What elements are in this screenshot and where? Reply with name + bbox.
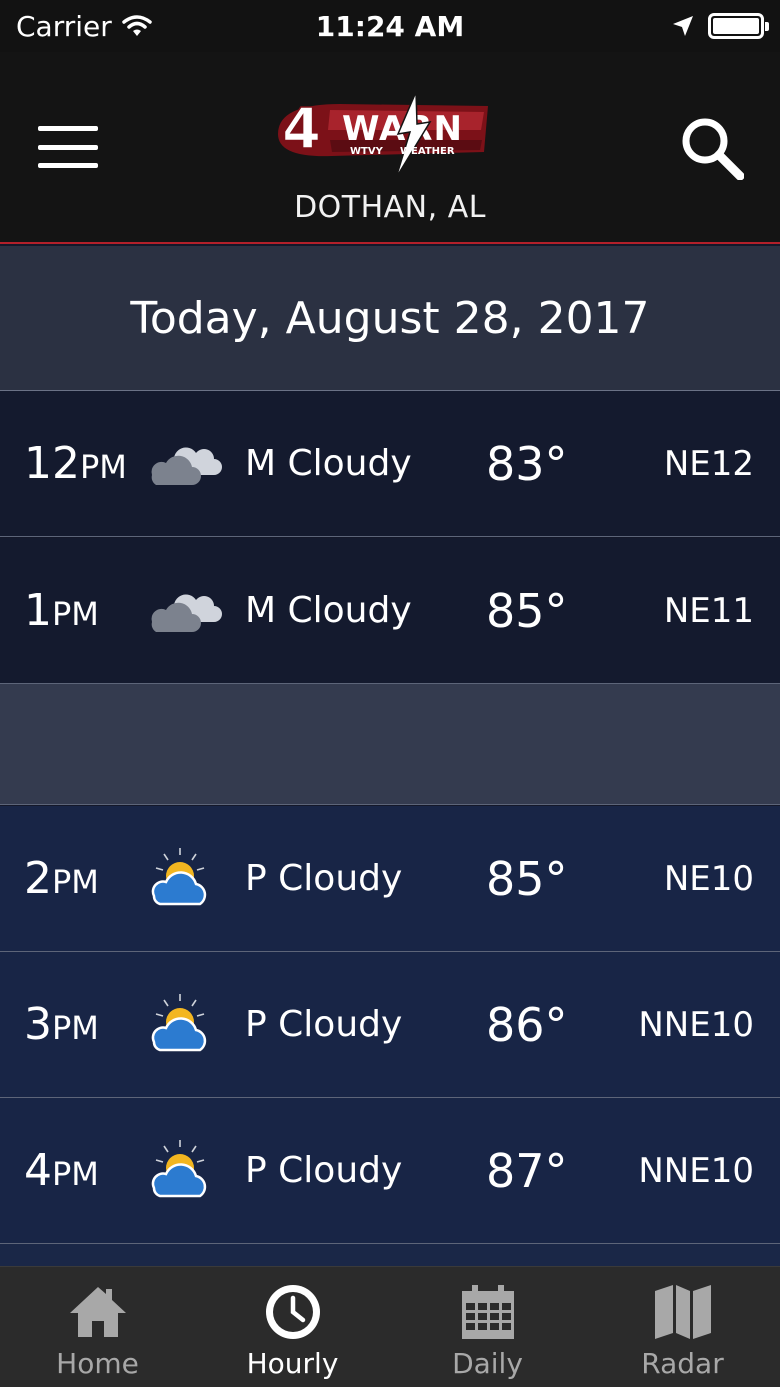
date-header: Today, August 28, 2017 — [0, 246, 780, 391]
hourly-row[interactable]: 3PM P Cloudy 86° NNE10 — [0, 952, 780, 1098]
temperature-label: 85° — [486, 584, 568, 638]
hour-label: 12PM — [24, 438, 127, 489]
hourly-row[interactable]: 2PM P Cloudy 85° NE10 — [0, 806, 780, 952]
location-arrow-icon — [673, 16, 693, 36]
battery-icon — [708, 13, 769, 39]
tab-bar: Home Hourly Daily Radar — [0, 1266, 780, 1387]
mostly-cloudy-icon — [151, 594, 222, 632]
temperature-label: 83° — [486, 437, 568, 491]
partly-cloudy-icon — [151, 1140, 207, 1198]
partly-cloudy-icon — [151, 848, 207, 906]
menu-button[interactable] — [38, 126, 98, 168]
tab-daily[interactable]: Daily — [390, 1267, 585, 1387]
tab-label: Daily — [452, 1347, 523, 1380]
logo-sub-right: WEATHER — [400, 146, 455, 157]
home-icon — [69, 1287, 126, 1337]
tab-home[interactable]: Home — [0, 1267, 195, 1387]
wind-label: NE11 — [663, 591, 754, 631]
menu-bar — [38, 144, 98, 150]
temperature-label: 87° — [486, 1144, 568, 1198]
tab-radar[interactable]: Radar — [585, 1267, 780, 1387]
menu-bar — [38, 163, 98, 168]
status-bar: Carrier 11:24 AM — [0, 0, 780, 52]
tab-label: Hourly — [246, 1347, 339, 1380]
hourly-row[interactable]: 12PM M Cloudy 83° NE12 — [0, 391, 780, 537]
status-left: Carrier — [16, 10, 152, 43]
wifi-icon — [122, 15, 152, 36]
condition-label: P Cloudy — [245, 1150, 403, 1191]
hour-label: 2PM — [24, 853, 99, 904]
station-logo: 4 WARN WTVY WEATHER — [278, 91, 488, 179]
clock-icon — [265, 1285, 320, 1339]
menu-bar — [38, 126, 98, 131]
ad-placeholder — [0, 684, 780, 805]
hour-label: 4PM — [24, 1145, 99, 1196]
hour-label: 1PM — [24, 585, 99, 636]
hourly-row[interactable]: 1PM M Cloudy 85° NE11 — [0, 538, 780, 684]
logo-number: 4 — [282, 97, 321, 162]
hour-label: 3PM — [24, 999, 99, 1050]
mostly-cloudy-icon — [151, 447, 222, 485]
calendar-icon — [461, 1285, 514, 1339]
temperature-label: 86° — [486, 998, 568, 1052]
wind-label: NNE10 — [638, 1005, 754, 1045]
map-icon — [654, 1285, 711, 1339]
date-text: Today, August 28, 2017 — [130, 292, 650, 344]
tab-label: Radar — [641, 1347, 724, 1380]
hourly-row[interactable]: 4PM P Cloudy 87° NNE10 — [0, 1098, 780, 1244]
status-right — [672, 13, 769, 39]
wind-label: NNE10 — [638, 1151, 754, 1191]
condition-label: M Cloudy — [245, 443, 412, 484]
wind-label: NE10 — [663, 859, 754, 899]
app-header: 4 WARN WTVY WEATHER DOTHAN, AL — [0, 52, 780, 244]
condition-label: P Cloudy — [245, 858, 403, 899]
temperature-label: 85° — [486, 852, 568, 906]
carrier-label: Carrier — [16, 9, 112, 43]
condition-label: P Cloudy — [245, 1004, 403, 1045]
wind-label: NE12 — [663, 444, 754, 484]
location-label: DOTHAN, AL — [294, 190, 486, 225]
condition-label: M Cloudy — [245, 590, 412, 631]
search-icon[interactable] — [680, 116, 744, 180]
next-row-peek — [0, 1244, 780, 1268]
tab-hourly[interactable]: Hourly — [195, 1267, 390, 1387]
partly-cloudy-icon — [151, 994, 207, 1052]
logo-sub-left: WTVY — [350, 146, 384, 157]
tab-label: Home — [56, 1347, 139, 1380]
